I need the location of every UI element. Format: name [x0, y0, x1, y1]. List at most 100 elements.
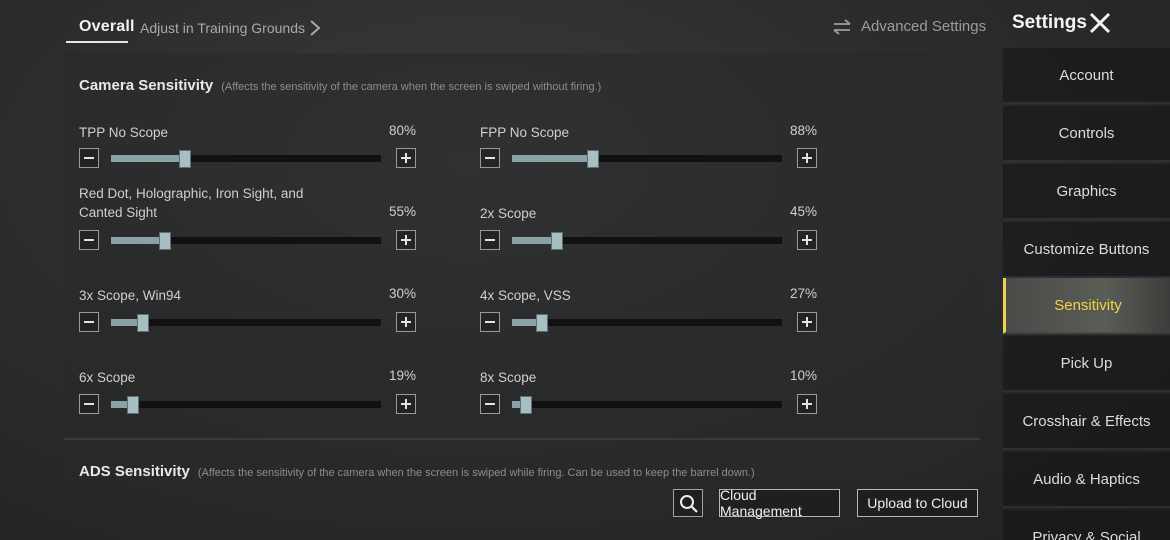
- sidebar-item-account[interactable]: Account: [1003, 48, 1170, 104]
- slider-label: 8x Scope: [480, 370, 537, 385]
- slider-3x-scope-win94: 3x Scope, Win94 30%: [79, 286, 416, 346]
- slider-label: 2x Scope: [480, 206, 537, 221]
- settings-sidebar: Account Controls Graphics Customize Butt…: [1003, 46, 1170, 540]
- slider-value: 30%: [388, 286, 416, 301]
- decrease-button[interactable]: [79, 394, 99, 414]
- sidebar-item-privacy-social[interactable]: Privacy & Social: [1003, 510, 1170, 540]
- slider-track[interactable]: [512, 150, 782, 168]
- settings-screen: Overall Adjust in Training Grounds Advan…: [0, 0, 1170, 540]
- sidebar-item-sensitivity[interactable]: Sensitivity: [1003, 278, 1170, 334]
- slider-handle[interactable]: [159, 232, 171, 250]
- search-icon: [680, 495, 698, 513]
- slider-value: 10%: [789, 368, 817, 383]
- sidebar-item-customize-buttons[interactable]: Customize Buttons: [1003, 222, 1170, 278]
- slider-label: Red Dot, Holographic, Iron Sight, and Ca…: [79, 186, 304, 220]
- slider-track[interactable]: [111, 232, 381, 250]
- slider-handle[interactable]: [520, 396, 532, 414]
- slider-control: [79, 312, 416, 334]
- increase-button[interactable]: [396, 394, 416, 414]
- sidebar-item-graphics[interactable]: Graphics: [1003, 164, 1170, 220]
- slider-tpp-no-scope: TPP No Scope 80%: [79, 123, 416, 183]
- close-icon[interactable]: [1087, 10, 1113, 36]
- decrease-button[interactable]: [79, 148, 99, 168]
- slider-control: [480, 394, 817, 416]
- section-divider: [64, 438, 980, 440]
- top-bar: Overall Adjust in Training Grounds Advan…: [0, 0, 1002, 50]
- slider-label: TPP No Scope: [79, 125, 169, 140]
- slider-2x-scope: 2x Scope 45%: [480, 204, 817, 264]
- slider-fill: [512, 155, 593, 162]
- increase-button[interactable]: [797, 148, 817, 168]
- slider-control: [480, 312, 817, 334]
- sidebar-item-pick-up[interactable]: Pick Up: [1003, 336, 1170, 392]
- slider-fill: [111, 155, 185, 162]
- settings-title: Settings: [1012, 12, 1087, 33]
- slider-label: 6x Scope: [79, 370, 136, 385]
- sensitivity-panel[interactable]: Camera Sensitivity (Affects the sensitivi…: [64, 53, 980, 479]
- slider-handle[interactable]: [127, 396, 139, 414]
- slider-handle[interactable]: [179, 150, 191, 168]
- sidebar-item-crosshair-effects[interactable]: Crosshair & Effects: [1003, 394, 1170, 450]
- sidebar-item-audio-haptics[interactable]: Audio & Haptics: [1003, 452, 1170, 508]
- tab-overall[interactable]: Overall: [79, 18, 135, 36]
- advanced-settings-label: Advanced Settings: [861, 18, 987, 35]
- slider-4x-scope-vss: 4x Scope, VSS 27%: [480, 286, 817, 346]
- slider-track[interactable]: [111, 150, 381, 168]
- sidebar-item-controls[interactable]: Controls: [1003, 106, 1170, 162]
- slider-value: 88%: [789, 123, 817, 138]
- slider-track[interactable]: [512, 314, 782, 332]
- slider-handle[interactable]: [137, 314, 149, 332]
- slider-control: [480, 148, 817, 170]
- slider-track[interactable]: [512, 232, 782, 250]
- slider-track[interactable]: [111, 314, 381, 332]
- slider-value: 55%: [388, 204, 416, 219]
- ads-sensitivity-title: ADS Sensitivity: [79, 463, 190, 479]
- slider-handle[interactable]: [551, 232, 563, 250]
- decrease-button[interactable]: [480, 394, 500, 414]
- swap-arrows-icon: [833, 18, 851, 35]
- slider-value: 19%: [388, 368, 416, 383]
- decrease-button[interactable]: [480, 230, 500, 250]
- tab-overall-underline: [66, 41, 128, 43]
- camera-sensitivity-note: (Affects the sensitivity of the camera w…: [221, 81, 602, 93]
- slider-handle[interactable]: [536, 314, 548, 332]
- slider-8x-scope: 8x Scope 10%: [480, 368, 817, 428]
- increase-button[interactable]: [797, 230, 817, 250]
- tab-adjust-training-grounds[interactable]: Adjust in Training Grounds: [140, 20, 305, 36]
- slider-control: [79, 394, 416, 416]
- slider-fill: [111, 237, 165, 244]
- ads-sensitivity-heading: ADS Sensitivity (Affects the sensitivity …: [79, 463, 755, 479]
- slider-fpp-no-scope: FPP No Scope 88%: [480, 123, 817, 183]
- cloud-management-button[interactable]: Cloud Management: [719, 487, 840, 519]
- decrease-button[interactable]: [480, 312, 500, 332]
- camera-sensitivity-title: Camera Sensitivity: [79, 77, 214, 94]
- slider-label: FPP No Scope: [480, 125, 570, 140]
- slider-value: 80%: [388, 123, 416, 138]
- increase-button[interactable]: [797, 394, 817, 414]
- decrease-button[interactable]: [79, 312, 99, 332]
- slider-track[interactable]: [512, 396, 782, 414]
- ads-sensitivity-note: (Affects the sensitivity of the camera w…: [197, 467, 755, 479]
- increase-button[interactable]: [396, 230, 416, 250]
- increase-button[interactable]: [396, 312, 416, 332]
- slider-6x-scope: 6x Scope 19%: [79, 368, 416, 428]
- advanced-settings-button[interactable]: Advanced Settings: [833, 18, 986, 35]
- slider-handle[interactable]: [587, 150, 599, 168]
- increase-button[interactable]: [396, 148, 416, 168]
- chevron-right-icon[interactable]: [306, 18, 324, 38]
- camera-sensitivity-heading: Camera Sensitivity (Affects the sensitivi…: [79, 77, 601, 94]
- slider-control: [79, 230, 416, 252]
- slider-value: 45%: [789, 204, 817, 219]
- slider-control: [79, 148, 416, 170]
- slider-label: 4x Scope, VSS: [480, 288, 571, 303]
- search-button[interactable]: [673, 489, 703, 517]
- slider-track[interactable]: [111, 396, 381, 414]
- slider-label: 3x Scope, Win94: [79, 288, 182, 303]
- increase-button[interactable]: [797, 312, 817, 332]
- slider-control: [480, 230, 817, 252]
- upload-to-cloud-button[interactable]: Upload to Cloud: [857, 489, 978, 517]
- decrease-button[interactable]: [79, 230, 99, 250]
- decrease-button[interactable]: [480, 148, 500, 168]
- slider-red-dot-holographic: Red Dot, Holographic, Iron Sight, and Ca…: [79, 184, 416, 254]
- slider-value: 27%: [789, 286, 817, 301]
